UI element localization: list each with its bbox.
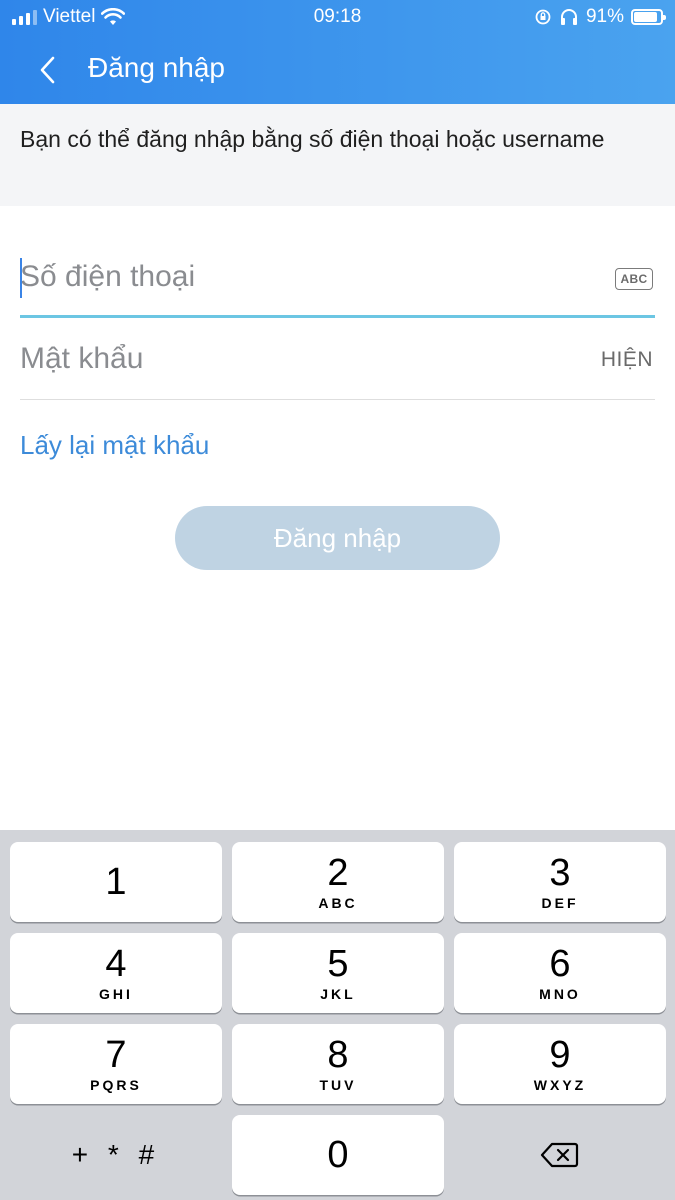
key-5[interactable]: 5 JKL (232, 933, 444, 1013)
key-digit: 9 (549, 1034, 571, 1076)
key-1[interactable]: 1 (10, 842, 222, 922)
nav-bar: Đăng nhập (0, 34, 675, 104)
phone-field: ABC (20, 238, 655, 318)
battery-icon (631, 9, 666, 25)
text-cursor (20, 258, 22, 298)
phone-input[interactable] (20, 238, 580, 316)
password-underline (20, 399, 655, 400)
login-screen: Viettel 09:18 91% Đăng nhập Bạn có thể đ… (0, 0, 675, 1200)
key-2[interactable]: 2 ABC (232, 842, 444, 922)
orientation-lock-icon (535, 9, 551, 25)
password-field: HIỆN (20, 320, 655, 400)
key-6[interactable]: 6 MNO (454, 933, 666, 1013)
forgot-password-link[interactable]: Lấy lại mật khẩu (20, 430, 209, 461)
key-letters: GHI (99, 986, 133, 1002)
key-letters: DEF (541, 895, 579, 911)
backspace-icon (540, 1142, 579, 1168)
key-digit: 0 (327, 1134, 349, 1176)
key-3[interactable]: 3 DEF (454, 842, 666, 922)
login-button[interactable]: Đăng nhập (175, 506, 500, 570)
symbols-label: + * # (71, 1139, 161, 1170)
delete-key[interactable] (454, 1115, 666, 1195)
status-right: 91% (534, 6, 666, 28)
header: Viettel 09:18 91% Đăng nhập (0, 0, 675, 104)
headphones-icon (560, 9, 577, 25)
key-digit: 8 (327, 1034, 349, 1076)
password-input[interactable] (20, 320, 580, 398)
page-title: Đăng nhập (88, 52, 226, 83)
battery-level (634, 12, 658, 22)
phone-underline (20, 315, 655, 318)
login-hint: Bạn có thể đăng nhập bằng số điện thoại … (0, 104, 675, 206)
key-0[interactable]: 0 (232, 1115, 444, 1195)
keyboard-switch-button[interactable]: ABC (615, 268, 653, 290)
key-digit: 7 (105, 1034, 127, 1076)
key-symbols[interactable]: + * # (10, 1115, 222, 1195)
key-7[interactable]: 7 PQRS (10, 1024, 222, 1104)
key-letters: PQRS (90, 1077, 142, 1093)
key-digit: 2 (327, 852, 349, 894)
key-digit: 4 (105, 943, 127, 985)
key-digit: 6 (549, 943, 571, 985)
battery-percent: 91% (585, 6, 624, 27)
key-letters: JKL (320, 986, 356, 1002)
key-digit: 5 (327, 943, 349, 985)
status-bar: Viettel 09:18 91% (0, 0, 675, 34)
key-digit: 1 (105, 861, 127, 903)
numeric-keypad: 1 2 ABC 3 DEF 4 GHI 5 JKL 6 MNO 7 PQRS 8… (0, 830, 675, 1200)
back-button[interactable] (26, 48, 70, 92)
key-letters: MNO (539, 986, 581, 1002)
key-4[interactable]: 4 GHI (10, 933, 222, 1013)
show-password-button[interactable]: HIỆN (601, 348, 653, 372)
key-8[interactable]: 8 TUV (232, 1024, 444, 1104)
chevron-left-icon (40, 56, 55, 84)
key-9[interactable]: 9 WXYZ (454, 1024, 666, 1104)
key-letters: ABC (318, 895, 358, 911)
key-letters: TUV (319, 1077, 357, 1093)
key-letters: WXYZ (533, 1077, 587, 1093)
key-digit: 3 (549, 852, 571, 894)
